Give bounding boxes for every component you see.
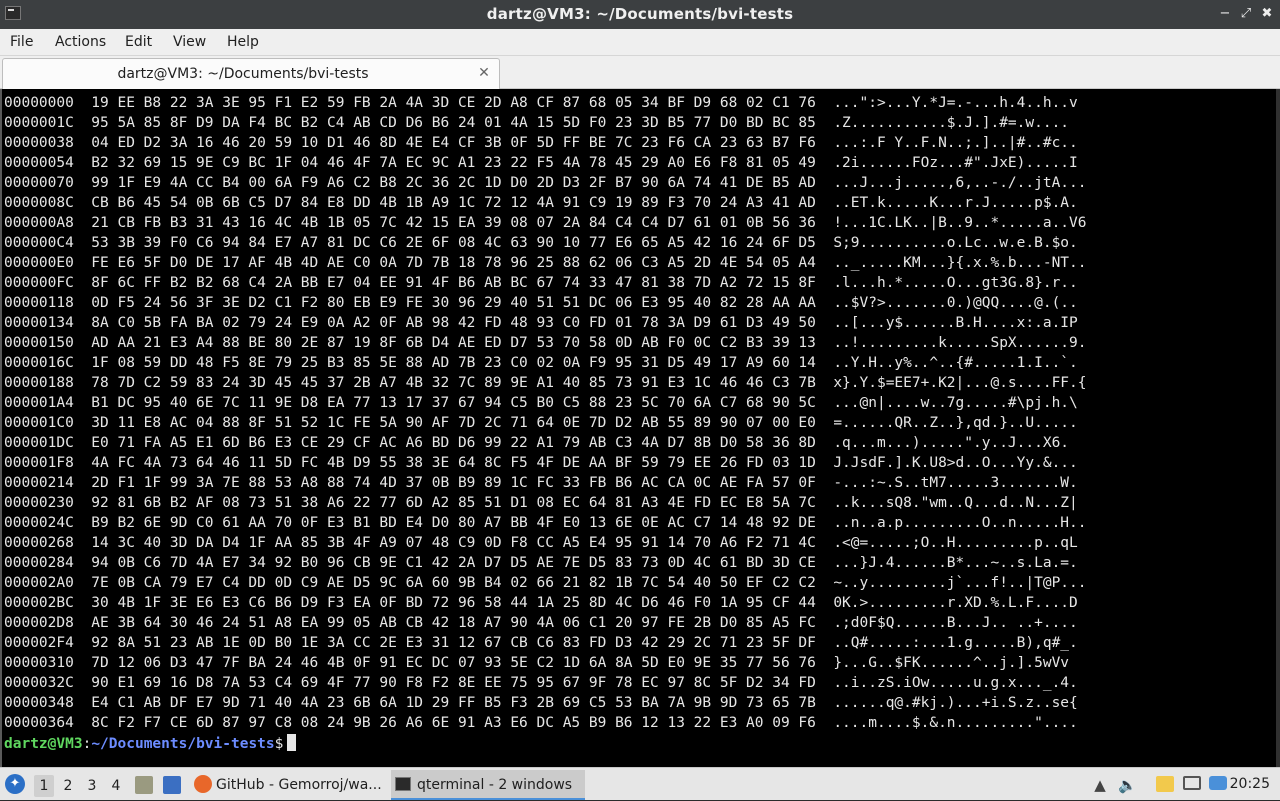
hex-line: 000002D8 AE 3B 64 30 46 24 51 A8 EA 99 0… <box>4 615 1078 632</box>
menu-bar: File Actions Edit View Help <box>0 29 1280 56</box>
hex-line: 00000054 B2 32 69 15 9E C9 BC 1F 04 46 4… <box>4 155 1078 172</box>
hex-line: 000001C0 3D 11 E8 AC 04 88 8F 51 52 1C F… <box>4 415 1078 432</box>
restore-button[interactable]: ⤢ <box>1238 6 1254 22</box>
workspace-4[interactable]: 4 <box>106 775 126 797</box>
hex-line: 000001F8 4A FC 4A 73 64 46 11 5D FC 4B D… <box>4 455 1078 472</box>
hex-line: 00000268 14 3C 40 3D DA D4 1F AA 85 3B 4… <box>4 535 1078 552</box>
hex-line: 00000364 8C F2 F7 CE 6D 87 97 C8 08 24 9… <box>4 715 1078 732</box>
hex-line: 0000032C 90 E1 69 16 D8 7A 53 C4 69 4F 7… <box>4 675 1078 692</box>
hex-line: 00000310 7D 12 06 D3 47 7F BA 24 46 4B 0… <box>4 655 1070 672</box>
clock: 20:25 <box>1229 776 1270 792</box>
prompt-separator: : <box>82 735 92 752</box>
workspace-1[interactable]: 1 <box>34 775 54 797</box>
hex-line: 00000134 8A C0 5B FA BA 02 79 24 E9 0A A… <box>4 315 1078 332</box>
tab-close-icon[interactable]: ✕ <box>477 66 491 80</box>
terminal-output[interactable]: 00000000 19 EE B8 22 3A 3E 95 F1 E2 59 F… <box>0 89 1280 767</box>
file-manager-icon[interactable] <box>135 776 153 794</box>
window-title: dartz@VM3: ~/Documents/bvi-tests <box>486 5 794 23</box>
hex-line: 0000016C 1F 08 59 DD 48 F5 8E 79 25 B3 8… <box>4 355 1078 372</box>
hex-line: 000001A4 B1 DC 95 40 6E 7C 11 9E D8 EA 7… <box>4 395 1078 412</box>
menu-actions[interactable]: Actions <box>54 29 107 56</box>
start-menu-icon[interactable]: ✦ <box>5 774 25 794</box>
taskbar-qterminal[interactable]: qterminal - 2 windows <box>391 770 585 800</box>
workspace-3[interactable]: 3 <box>82 775 102 797</box>
hex-line: 000002F4 92 8A 51 23 AB 1E 0D B0 1E 3A C… <box>4 635 1078 652</box>
terminal-tab[interactable]: dartz@VM3: ~/Documents/bvi-tests ✕ <box>2 58 500 89</box>
hex-line: 0000024C B9 B2 6E 9D C0 61 AA 70 0F E3 B… <box>4 515 1087 532</box>
hex-line: 00000070 99 1F E9 4A CC B4 00 6A F9 A6 C… <box>4 175 1087 192</box>
hex-line: 00000188 78 7D C2 59 83 24 3D 45 45 37 2… <box>4 375 1087 392</box>
hex-dump: 00000000 19 EE B8 22 3A 3E 95 F1 E2 59 F… <box>4 93 1232 754</box>
shell-prompt[interactable]: dartz@VM3:~/Documents/bvi-tests$ <box>4 733 1232 754</box>
text-cursor <box>287 733 297 751</box>
menu-view[interactable]: View <box>172 29 207 56</box>
tab-bar: dartz@VM3: ~/Documents/bvi-tests ✕ <box>0 56 1280 89</box>
menu-help[interactable]: Help <box>226 29 260 56</box>
prompt-symbol: $ <box>274 735 284 752</box>
hex-line: 000000C4 53 3B 39 F0 C6 94 84 E7 A7 81 D… <box>4 235 1078 252</box>
hex-line: 00000214 2D F1 1F 99 3A 7E 88 53 A8 88 7… <box>4 475 1078 492</box>
prompt-path: ~/Documents/bvi-tests <box>91 735 275 752</box>
hex-line: 0000001C 95 5A 85 8F D9 DA F4 BC B2 C4 A… <box>4 115 1070 132</box>
hex-line: 00000038 04 ED D2 3A 16 46 20 59 10 D1 4… <box>4 135 1078 152</box>
network-icon[interactable] <box>1209 776 1227 790</box>
hex-line: 000000A8 21 CB FB B3 31 43 16 4C 4B 1B 0… <box>4 215 1087 232</box>
hex-line: 000000E0 FE E6 5F D0 DE 17 AF 4B 4D AE C… <box>4 255 1087 272</box>
clipboard-icon[interactable] <box>1156 776 1174 792</box>
hex-line: 00000230 92 81 6B B2 AF 08 73 51 38 A6 2… <box>4 495 1078 512</box>
show-desktop-icon[interactable] <box>163 776 181 794</box>
taskbar: ✦ 1 2 3 4 GitHub - Gemorroj/wa... qtermi… <box>0 767 1280 800</box>
minimize-button[interactable]: − <box>1217 6 1233 22</box>
hex-line: 00000000 19 EE B8 22 3A 3E 95 F1 E2 59 F… <box>4 95 1078 111</box>
hex-line: 000001DC E0 71 FA A5 E1 6D B6 E3 CE 29 C… <box>4 435 1070 452</box>
prompt-user: dartz@VM3 <box>4 735 83 752</box>
taskbar-qterminal-label: qterminal - 2 windows <box>417 777 573 793</box>
taskbar-firefox-label: GitHub - Gemorroj/wa... <box>216 777 382 793</box>
volume-icon[interactable]: 🔈 <box>1118 776 1137 794</box>
terminal-icon <box>395 777 411 791</box>
hex-line: 00000348 E4 C1 AB DF E7 9D 71 40 4A 23 6… <box>4 695 1078 712</box>
tray-up-arrow-icon[interactable]: ▲ <box>1091 776 1109 794</box>
terminal-scrollbar[interactable] <box>1276 89 1280 767</box>
hex-line: 00000284 94 0B C6 7D 4A E7 34 92 B0 96 C… <box>4 555 1078 572</box>
hex-line: 00000118 0D F5 24 56 3F 3E D2 C1 F2 80 E… <box>4 295 1078 312</box>
close-window-button[interactable]: ✖ <box>1259 6 1275 22</box>
menu-edit[interactable]: Edit <box>124 29 153 56</box>
hex-line: 000002BC 30 4B 1F 3E E6 E3 C6 B6 D9 F3 E… <box>4 595 1078 612</box>
taskbar-firefox[interactable]: GitHub - Gemorroj/wa... <box>190 770 386 800</box>
window-titlebar: dartz@VM3: ~/Documents/bvi-tests − ⤢ ✖ <box>0 0 1280 29</box>
workspace-2[interactable]: 2 <box>58 775 78 797</box>
tab-label: dartz@VM3: ~/Documents/bvi-tests <box>117 66 369 82</box>
menu-file[interactable]: File <box>9 29 34 56</box>
firefox-icon <box>194 775 212 793</box>
display-icon[interactable] <box>1183 776 1201 790</box>
hex-line: 000002A0 7E 0B CA 79 E7 C4 DD 0D C9 AE D… <box>4 575 1087 592</box>
hex-line: 0000008C CB B6 45 54 0B 6B C5 D7 84 E8 D… <box>4 195 1078 212</box>
hex-line: 000000FC 8F 6C FF B2 B2 68 C4 2A BB E7 0… <box>4 275 1078 292</box>
hex-line: 00000150 AD AA 21 E3 A4 88 BE 80 2E 87 1… <box>4 335 1087 352</box>
